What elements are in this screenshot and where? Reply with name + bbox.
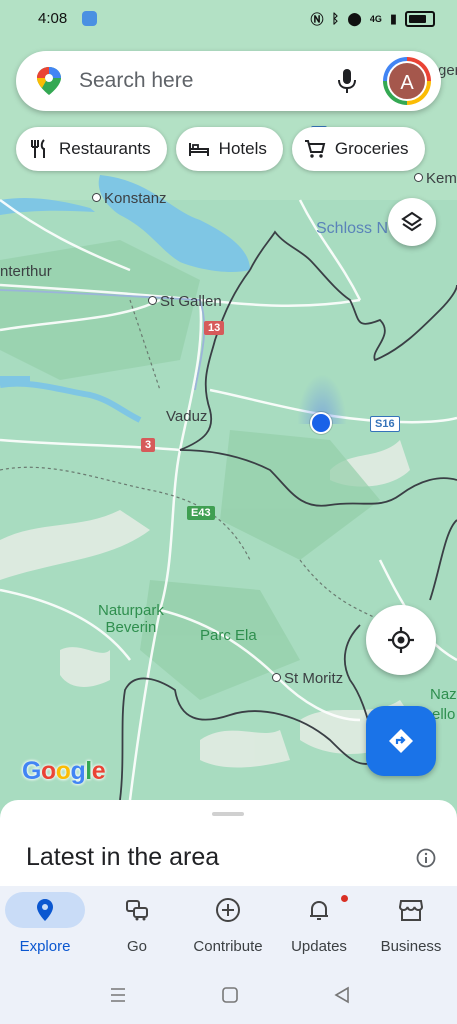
sheet-drag-handle[interactable] (212, 812, 244, 816)
chip-restaurants[interactable]: Restaurants (16, 127, 167, 171)
recent-apps-icon[interactable] (109, 986, 127, 1004)
map-label-st-gallen[interactable]: St Gallen (148, 293, 222, 310)
road-shield-s16: S16 (370, 416, 400, 432)
directions-button[interactable] (366, 706, 436, 776)
chip-groceries[interactable]: Groceries (291, 127, 425, 171)
home-icon[interactable] (221, 986, 239, 1004)
road-shield-3: 3 (141, 438, 156, 452)
car-icon (107, 892, 167, 928)
tab-contribute[interactable]: Contribute (183, 892, 273, 962)
map-label-vaduz[interactable]: Vaduz (166, 408, 207, 425)
map-view[interactable]: Konstanz St Gallen Vaduz St Moritz ntert… (0, 0, 457, 810)
account-avatar[interactable]: A (383, 57, 431, 105)
plus-circle-icon (198, 892, 258, 928)
signal-icon: ▮ (389, 10, 397, 26)
fork-knife-icon (31, 139, 45, 158)
directions-icon (389, 729, 413, 753)
tab-explore[interactable]: Explore (0, 892, 90, 962)
category-chips: Restaurants Hotels Groceries (16, 127, 425, 173)
google-maps-pin-icon (37, 67, 61, 95)
cloud-app-icon (82, 11, 97, 26)
map-label-parc-ela[interactable]: Parc Ela (200, 627, 257, 644)
my-location-button[interactable] (366, 605, 436, 675)
current-location-dot (310, 412, 332, 434)
bed-icon (188, 143, 209, 156)
tab-business[interactable]: Business (366, 892, 456, 962)
network-type: 4G (369, 13, 382, 24)
notification-dot (341, 895, 348, 902)
microphone-icon[interactable] (334, 67, 360, 95)
battery-icon (405, 10, 435, 27)
sheet-title: Latest in the area (26, 843, 220, 871)
map-label-ger[interactable]: ger (438, 62, 457, 79)
bell-icon (289, 892, 349, 928)
status-time: 4:08 (38, 10, 68, 27)
layers-button[interactable] (388, 198, 436, 246)
layers-icon (401, 211, 423, 232)
chip-label: Groceries (334, 139, 409, 158)
tab-go[interactable]: Go (92, 892, 182, 962)
info-icon[interactable] (416, 848, 436, 868)
pin-icon (5, 892, 85, 928)
search-input[interactable]: Search here (79, 69, 193, 93)
location-status-icon: ⬤ (347, 10, 362, 26)
bluetooth-icon: ᛒ (331, 11, 340, 26)
search-bar[interactable]: Search here A (16, 51, 441, 111)
cart-icon (304, 140, 326, 158)
road-shield-e43: E43 (187, 506, 215, 520)
road-shield-13: 13 (204, 321, 225, 335)
map-label-konstanz[interactable]: Konstanz (92, 190, 167, 207)
explore-bottom-sheet[interactable]: Latest in the area (0, 800, 457, 890)
map-label-st-moritz[interactable]: St Moritz (272, 670, 343, 687)
map-terrain (0, 0, 457, 810)
chip-label: Restaurants (59, 139, 151, 158)
nfc-icon: Ⓝ (310, 12, 324, 27)
map-label-schloss[interactable]: Schloss N (316, 220, 388, 238)
map-label-naz[interactable]: Naz (430, 686, 457, 703)
storefront-icon (381, 892, 441, 928)
chip-label: Hotels (218, 139, 267, 158)
chip-hotels[interactable]: Hotels (175, 127, 283, 171)
tab-updates[interactable]: Updates (274, 892, 364, 962)
system-navigation-bar (0, 968, 457, 1024)
crosshair-icon (388, 627, 414, 653)
status-bar: 4:08 Ⓝ ᛒ ⬤ 4G ▮ (0, 0, 457, 38)
bottom-navigation: Explore Go Contribute Updates Business (0, 886, 457, 968)
map-label-winterthur[interactable]: nterthur (0, 263, 52, 280)
back-icon[interactable] (333, 986, 351, 1004)
map-label-naturpark-beverin[interactable]: Naturpark Beverin (98, 602, 164, 636)
avatar-letter: A (387, 61, 427, 101)
google-logo: Google (22, 757, 106, 785)
